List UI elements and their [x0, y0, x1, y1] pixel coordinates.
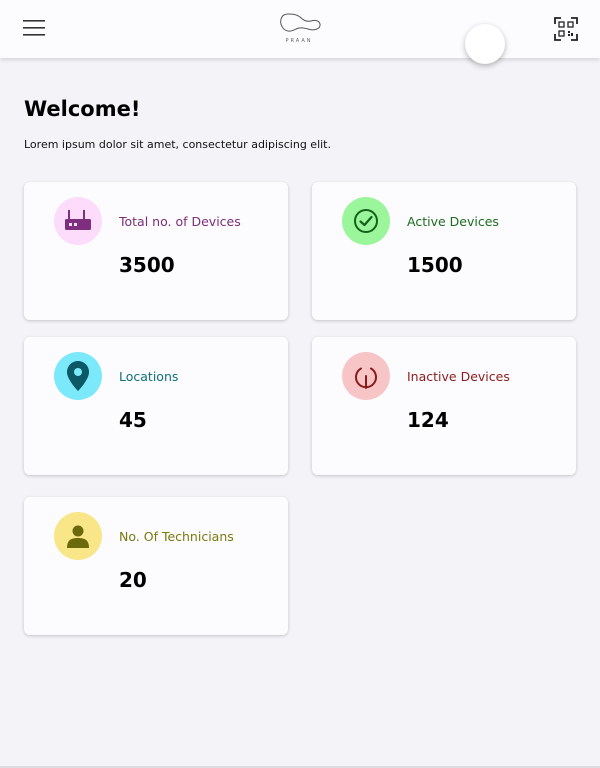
card-label: No. Of Technicians [119, 529, 234, 544]
card-value: 124 [407, 408, 449, 432]
card-active-devices[interactable]: Active Devices 1500 [312, 182, 576, 320]
location-pin-icon [67, 361, 89, 391]
qr-scan-button[interactable] [554, 17, 578, 41]
top-app-bar: PRAAN [0, 0, 600, 58]
praan-logo: PRAAN [276, 11, 326, 47]
card-label: Locations [119, 369, 179, 384]
card-label: Active Devices [407, 214, 499, 229]
person-icon [67, 525, 89, 548]
card-value: 1500 [407, 253, 463, 277]
page-title: Welcome! [24, 97, 141, 121]
card-value: 20 [119, 568, 147, 592]
card-label: Total no. of Devices [119, 214, 241, 229]
icon-circle [342, 352, 390, 400]
hamburger-menu-icon [23, 20, 45, 36]
card-value: 45 [119, 408, 147, 432]
logo-text: PRAAN [285, 38, 313, 44]
card-inactive-devices[interactable]: Inactive Devices 124 [312, 337, 576, 475]
card-label: Inactive Devices [407, 369, 510, 384]
welcome-subtitle: Lorem ipsum dolor sit amet, consectetur … [24, 138, 331, 151]
power-off-icon [355, 367, 377, 389]
praan-logo-icon [280, 13, 321, 32]
qr-scan-icon [554, 17, 578, 41]
card-total-devices[interactable]: Total no. of Devices 3500 [24, 182, 288, 320]
icon-circle [54, 197, 102, 245]
card-locations[interactable]: Locations 45 [24, 337, 288, 475]
menu-button[interactable] [23, 17, 47, 39]
card-technicians[interactable]: No. Of Technicians 20 [24, 497, 288, 635]
floating-action-button[interactable] [465, 24, 505, 64]
card-value: 3500 [119, 253, 175, 277]
router-icon [65, 210, 91, 230]
check-circle-icon [354, 209, 378, 233]
icon-circle [342, 197, 390, 245]
icon-circle [54, 352, 102, 400]
icon-circle [54, 512, 102, 560]
